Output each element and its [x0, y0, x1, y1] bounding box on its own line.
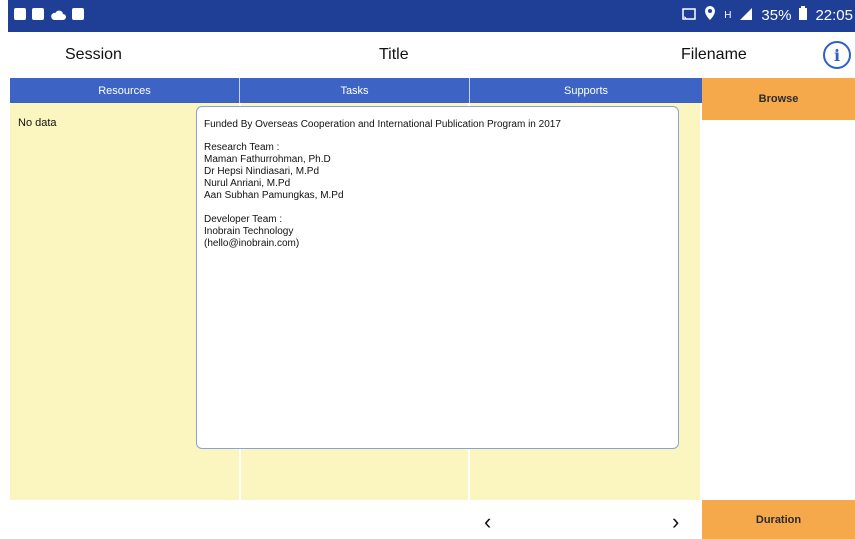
system-status: H 35% 22:05	[682, 6, 853, 24]
bottom-bar	[8, 500, 702, 539]
dialog-research-member: Maman Fathurrohman, Ph.D	[204, 154, 331, 165]
tab-resources[interactable]: Resources	[10, 78, 240, 103]
cloud-icon	[50, 8, 66, 26]
title-label: Title	[379, 46, 409, 63]
location-icon	[704, 6, 716, 24]
tab-tasks[interactable]: Tasks	[240, 78, 470, 103]
battery-icon	[799, 6, 808, 24]
gallery-icon	[14, 8, 26, 20]
browse-button[interactable]: Browse	[702, 78, 855, 120]
next-button[interactable]: ›	[672, 509, 679, 535]
dialog-developer-email[interactable]: (hello@inobrain.com)	[204, 238, 299, 249]
prev-button[interactable]: ‹	[484, 509, 491, 535]
status-bar: H 35% 22:05	[8, 0, 855, 32]
filename-label: Filename	[681, 46, 747, 63]
duration-button[interactable]: Duration	[702, 500, 855, 539]
camera-icon	[32, 8, 44, 20]
battery-percent: 35%	[761, 6, 792, 24]
dialog-developer-heading: Developer Team :	[204, 214, 283, 225]
info-dialog: Funded By Overseas Cooperation and Inter…	[196, 106, 679, 449]
dialog-developer-name: Inobrain Technology	[204, 226, 294, 237]
dialog-research-heading: Research Team :	[204, 142, 280, 153]
hplus-icon: H	[724, 9, 732, 21]
dialog-research-member: Aan Subhan Pamungkas, M.Pd	[204, 190, 344, 201]
session-label: Session	[65, 46, 122, 63]
resources-empty-text: No data	[18, 117, 57, 129]
app-header: Session Title Filename i	[8, 32, 855, 78]
cast-icon	[682, 7, 696, 24]
tab-supports[interactable]: Supports	[470, 78, 703, 103]
dialog-funding-text: Funded By Overseas Cooperation and Inter…	[204, 119, 561, 130]
notification-icons	[14, 8, 84, 26]
photo-icon	[72, 8, 84, 20]
info-icon[interactable]: i	[823, 41, 851, 69]
dialog-research-member: Dr Hepsi Nindiasari, M.Pd	[204, 166, 320, 177]
signal-icon	[739, 7, 753, 24]
dialog-research-member: Nurul Anriani, M.Pd	[204, 178, 291, 189]
clock: 22:05	[815, 6, 853, 24]
